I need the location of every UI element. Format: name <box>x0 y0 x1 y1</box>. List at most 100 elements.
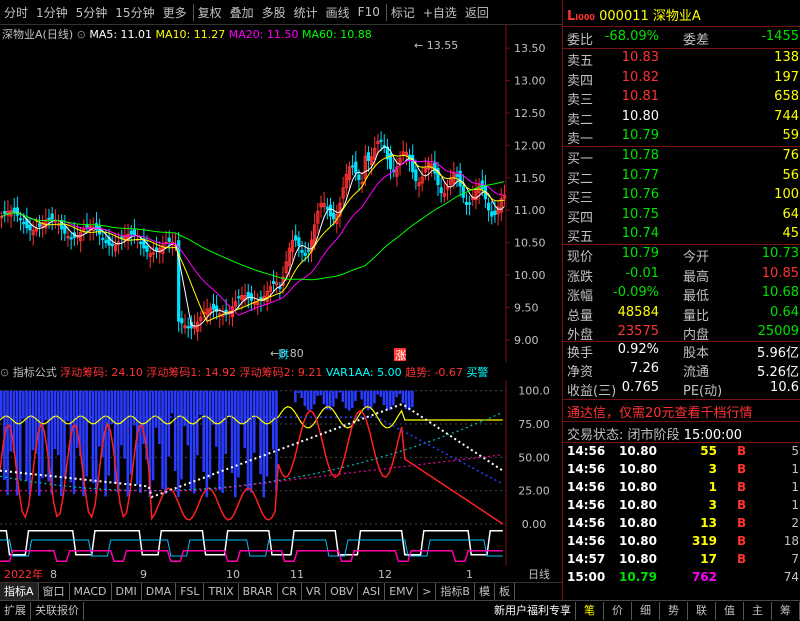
indicator-bar <box>316 390 319 396</box>
status-right-1[interactable]: 价 <box>604 602 632 620</box>
indicator-bar <box>382 390 386 406</box>
indicator-bar <box>265 390 269 477</box>
indicator-bar <box>75 390 79 448</box>
indicator-bar <box>344 390 348 409</box>
stat-value: 0.765 <box>621 380 659 395</box>
candle-body <box>101 237 105 240</box>
toolbar-item-4[interactable]: 更多 <box>159 4 191 21</box>
kline-chart[interactable]: 13.50 13.00 12.50 12.00 11.50 11.00 10.50 10.00… <box>0 24 562 362</box>
indicator-bar <box>262 390 266 498</box>
status-right-0[interactable]: 笔 <box>576 602 604 620</box>
candle-body <box>180 318 184 324</box>
indicator-bar <box>215 390 218 447</box>
toolbar-item-0[interactable]: 分时 <box>0 4 32 21</box>
indicator-tick-label: 25.00 <box>518 485 550 498</box>
indicator-bar <box>208 390 212 479</box>
tab-4[interactable]: DMA <box>142 583 177 601</box>
indicator-tabs: 指标A 窗口 MACD DMI DMA FSL TRIX BRAR CR VR OBV ASI EMV >… <box>0 582 562 601</box>
tab-2[interactable]: MACD <box>70 583 112 601</box>
indicator-bar <box>107 390 111 476</box>
trade-direction: B <box>737 462 747 476</box>
ask-row-4-label: 卖一 <box>567 132 594 147</box>
ask-row-1-label: 卖四 <box>567 73 594 89</box>
candle-body <box>300 249 304 253</box>
indicator-bar <box>0 390 3 418</box>
tab-9[interactable]: VR <box>302 583 327 601</box>
candle-body <box>271 280 276 284</box>
stat-label: 换手 <box>567 346 594 361</box>
tab-5[interactable]: FSL <box>176 583 205 601</box>
tab-1[interactable]: 窗口 <box>39 583 70 601</box>
indicator-bar <box>227 390 231 417</box>
candle-body <box>486 202 491 211</box>
stat-label: 最低 <box>683 289 710 304</box>
indicator-name[interactable]: 指标公式 <box>13 366 61 379</box>
indicator-bar <box>211 390 215 425</box>
tab-12[interactable]: EMV <box>385 583 419 601</box>
status-right-6[interactable]: 主 <box>744 602 772 620</box>
tab-10[interactable]: OBV <box>326 583 359 601</box>
status-right-2[interactable]: 细 <box>632 602 660 620</box>
indicator-chart[interactable]: 100.0 75.00 50.00 25.00 0.00 <box>0 380 562 566</box>
toolbar-item-12[interactable]: +自选 <box>419 4 461 21</box>
stat-row-2: 涨幅 -0.09% 最低 10.68 <box>567 285 799 304</box>
candle-body <box>63 225 67 234</box>
bid-row-0: 买一 10.78 76 <box>567 148 799 167</box>
stat-value: 10.68 <box>761 285 799 300</box>
tab-15[interactable]: 模 <box>475 583 495 601</box>
toolbar-item-6[interactable]: 叠加 <box>226 4 258 21</box>
toolbar-item-5[interactable]: 复权 <box>192 3 226 21</box>
stat-label: 最高 <box>683 269 710 285</box>
promo-link[interactable]: 新用户福利专享 <box>490 602 576 620</box>
indicator-bar <box>363 390 367 407</box>
indicator-bar <box>357 390 360 392</box>
trade-price: 10.80 <box>619 552 657 566</box>
status-right-3[interactable]: 势 <box>660 602 688 620</box>
trade-direction: B <box>737 444 747 458</box>
status-left-0[interactable]: 扩展 <box>0 602 31 620</box>
tab-14[interactable]: 指标B <box>436 583 475 601</box>
high-price-label: ← 13.55 <box>414 39 458 52</box>
toolbar-item-8[interactable]: 统计 <box>290 4 322 21</box>
tab-8[interactable]: CR <box>278 583 302 601</box>
toolbar-item-3[interactable]: 15分钟 <box>111 4 158 21</box>
toolbar-item-11[interactable]: 标记 <box>385 3 419 21</box>
status-right-5[interactable]: 值 <box>716 602 744 620</box>
tab-0[interactable]: 指标A <box>0 583 39 601</box>
tab-13[interactable]: > <box>418 583 437 601</box>
ask-row-3: 卖二 10.80 744 <box>567 109 799 128</box>
toolbar-item-2[interactable]: 5分钟 <box>72 4 112 21</box>
ask-row-4: 卖一 10.79 59 <box>567 128 799 147</box>
status-bar: 扩展 关联报价 新用户福利专享笔价细势联值主筹 <box>0 600 800 621</box>
status-left-1[interactable]: 关联报价 <box>31 602 84 620</box>
toolbar-item-7[interactable]: 多股 <box>258 4 290 21</box>
bid-row-2: 买三 10.76 100 <box>567 187 799 206</box>
ask-row-0-volume: 138 <box>774 50 799 65</box>
indicator-bar <box>237 390 240 478</box>
tab-16[interactable]: 板 <box>495 583 515 601</box>
bid-row-1-volume: 56 <box>782 167 799 183</box>
tab-7[interactable]: BRAR <box>239 583 278 601</box>
toolbar-item-10[interactable]: F10 <box>354 5 384 19</box>
toolbar-item-9[interactable]: 画线 <box>322 4 354 21</box>
toolbar-item-13[interactable]: 返回 <box>461 4 493 21</box>
status-right-4[interactable]: 联 <box>688 602 716 620</box>
toolbar-item-1[interactable]: 1分钟 <box>32 4 72 21</box>
tab-11[interactable]: ASI <box>358 583 386 601</box>
trade-volume: 13 <box>700 516 717 530</box>
candle-body <box>15 207 20 216</box>
candle-body <box>22 221 26 225</box>
indicator-bar <box>347 390 351 411</box>
indicator-menu-icon[interactable]: ⊙ <box>0 366 13 379</box>
trade-row: 14:57 10.80 17 B 7 <box>567 552 799 570</box>
bid-row-4: 买五 10.74 45 <box>567 226 799 245</box>
status-right-7[interactable]: 筹 <box>772 602 800 620</box>
ad-banner[interactable]: 通达信，仅需20元查看千档行情 <box>567 402 753 421</box>
trade-volume: 1 <box>708 480 717 494</box>
tab-6[interactable]: TRIX <box>204 583 239 601</box>
indicator-bar <box>31 390 35 451</box>
tab-3[interactable]: DMI <box>112 583 142 601</box>
candle-body <box>461 185 465 198</box>
candle-body <box>332 212 336 220</box>
trade-volume: 3 <box>708 498 717 512</box>
